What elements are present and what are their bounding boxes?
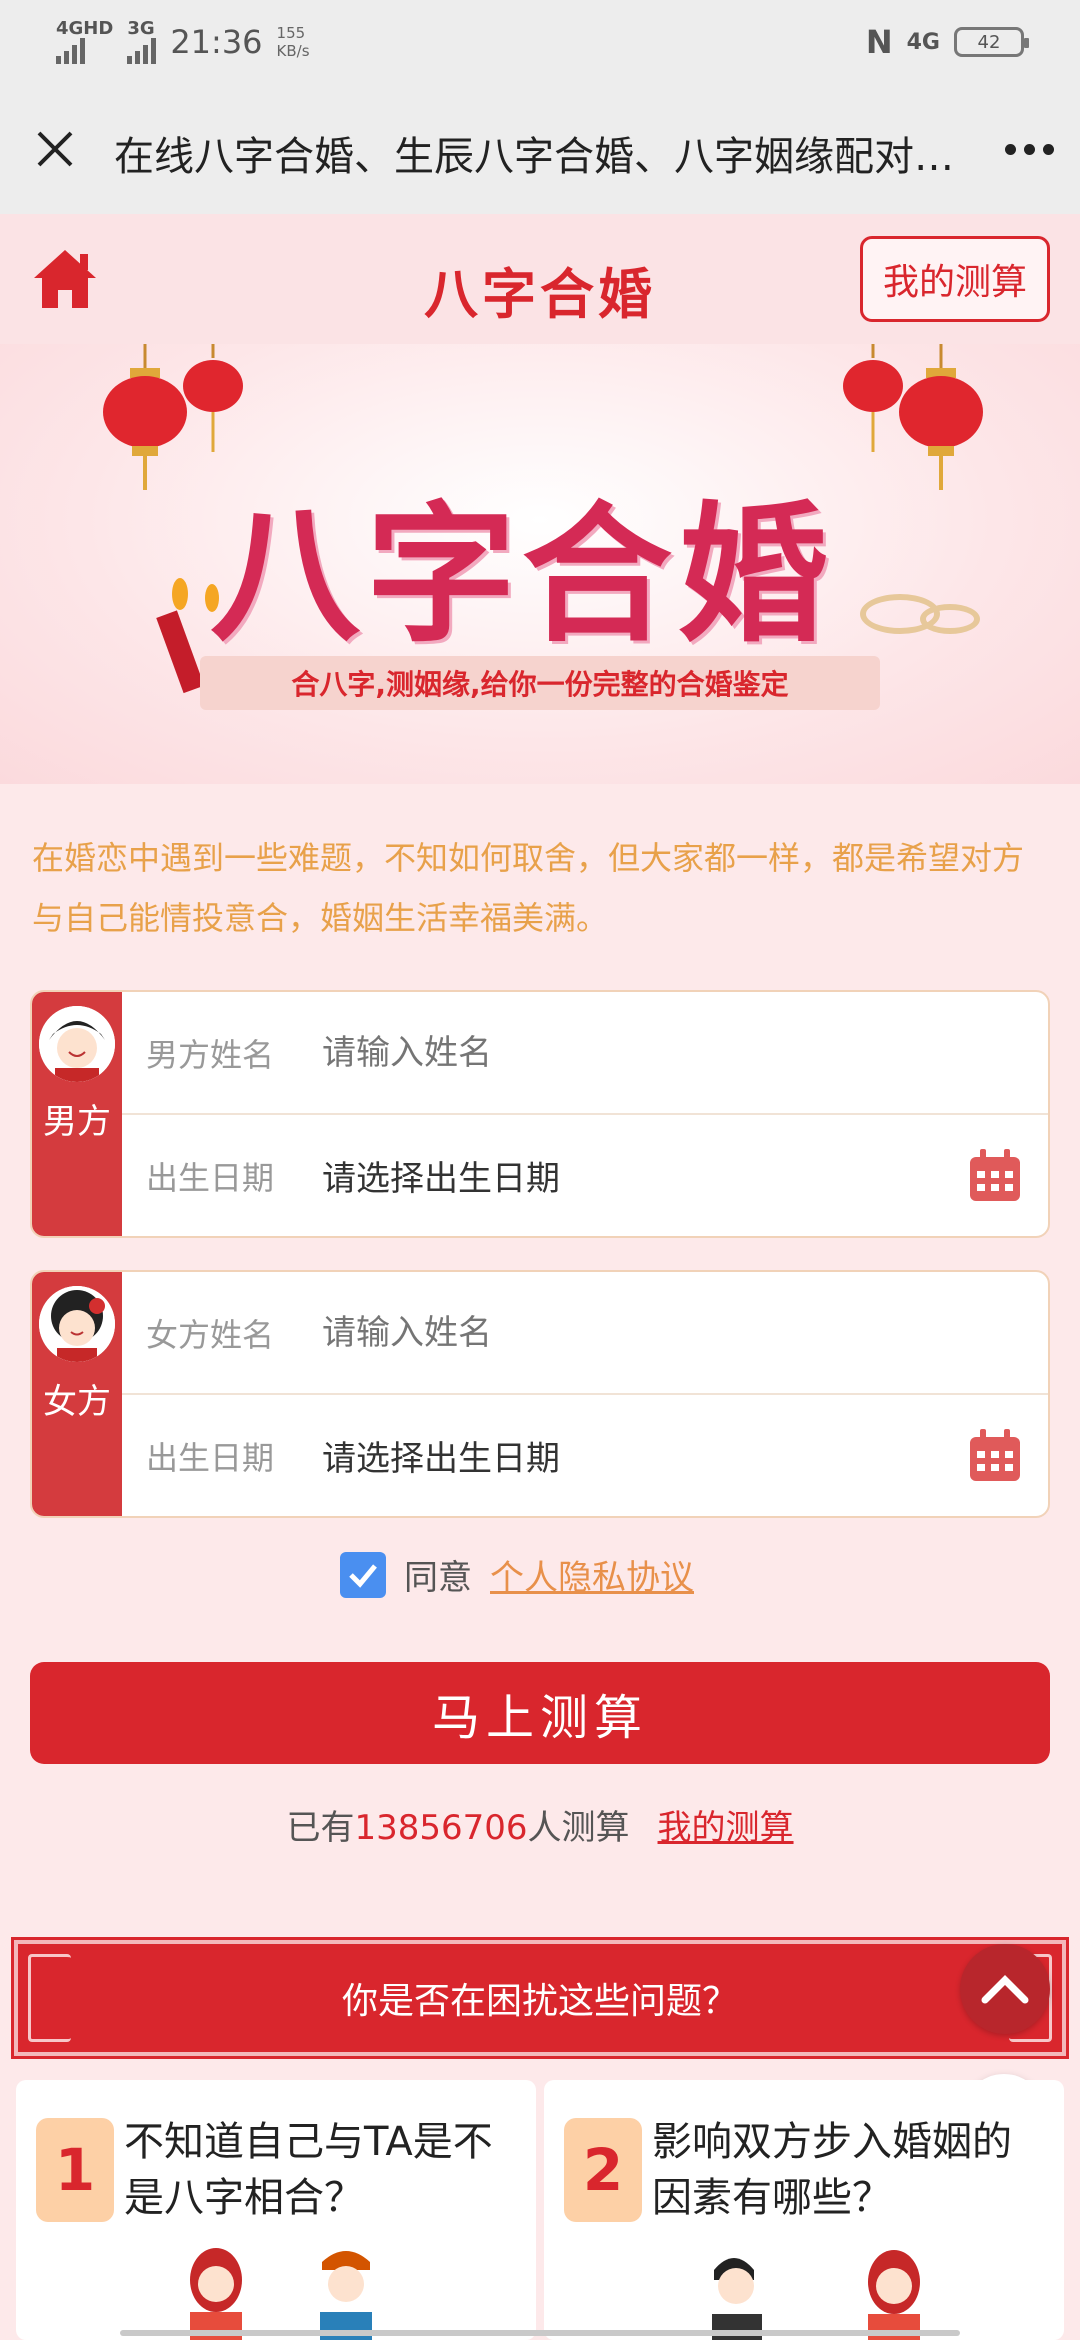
male-birth-row[interactable]: 出生日期 请选择出生日期 bbox=[122, 1113, 1048, 1236]
bride-avatar bbox=[39, 1286, 115, 1362]
male-birth-picker[interactable]: 请选择出生日期 bbox=[322, 1151, 966, 1200]
count-suffix: 人测算 bbox=[527, 1808, 630, 1848]
browser-page-title: 在线八字合婚、生辰八字合婚、八字姻缘配对… bbox=[114, 134, 954, 180]
problem-number: 1 bbox=[36, 2118, 114, 2222]
browser-toolbar: 在线八字合婚、生辰八字合婚、八字姻缘配对… bbox=[0, 84, 1080, 214]
banner-title: 八字合婚 bbox=[210, 487, 835, 663]
network-1-label: 4GHD bbox=[56, 18, 114, 39]
female-birth-label: 出生日期 bbox=[146, 1438, 275, 1477]
male-name-input[interactable] bbox=[322, 1032, 1024, 1073]
scroll-top-button[interactable] bbox=[960, 1944, 1050, 2034]
agreement-checkbox[interactable] bbox=[340, 1551, 386, 1598]
lantern-icon bbox=[103, 344, 187, 490]
user-count-line: 已有13856706人测算 我的测算 bbox=[0, 1800, 1080, 1849]
female-birth-picker[interactable]: 请选择出生日期 bbox=[322, 1431, 966, 1480]
male-name-row: 男方姓名 bbox=[122, 992, 1048, 1113]
female-form-card: 女方 女方姓名 出生日期 请选择出生日期 bbox=[30, 1270, 1050, 1518]
male-name-label: 男方姓名 bbox=[146, 1035, 275, 1074]
battery-level: 42 bbox=[977, 31, 1001, 53]
signal-icon bbox=[56, 38, 85, 64]
agreement-prefix: 同意 bbox=[404, 1558, 472, 1598]
female-name-row: 女方姓名 bbox=[122, 1272, 1048, 1393]
submit-button[interactable]: 马上测算 bbox=[30, 1662, 1050, 1764]
status-right: N 4G 42 bbox=[865, 23, 1029, 61]
count-prefix: 已有 bbox=[286, 1808, 355, 1848]
intro-text: 在婚恋中遇到一些难题，不知如何取舍，但大家都一样，都是希望对方与自己能情投意合，… bbox=[32, 839, 1025, 937]
my-calc-link[interactable]: 我的测算 bbox=[658, 1808, 794, 1848]
problem-text: 不知道自己与TA是不是八字相合？ bbox=[124, 2119, 493, 2221]
question-banner-text: 你是否在困扰这些问题？ bbox=[341, 1981, 738, 2022]
network-4g-label: 4G bbox=[906, 29, 940, 55]
battery-icon: 42 bbox=[954, 27, 1029, 57]
hero-banner: 八字合婚 合八字,测姻缘,给你一份完整的合婚鉴定 bbox=[0, 344, 1080, 784]
status-bar: 4GHD 3G 21:36 155 KB/s N 4G 42 bbox=[0, 0, 1080, 84]
question-banner: 你是否在困扰这些问题？ bbox=[11, 1937, 1069, 2059]
net-speed-unit: KB/s bbox=[276, 42, 310, 60]
male-side: 男方 bbox=[32, 992, 122, 1236]
male-side-label: 男方 bbox=[43, 1102, 111, 1142]
home-indicator[interactable] bbox=[120, 2330, 960, 2336]
male-birth-label: 出生日期 bbox=[146, 1158, 275, 1197]
lantern-icon-right bbox=[899, 344, 983, 490]
banner-subtitle: 合八字,测姻缘,给你一份完整的合婚鉴定 bbox=[200, 656, 880, 710]
network-2-label: 3G bbox=[127, 18, 155, 39]
network-2: 3G bbox=[127, 18, 157, 64]
couple-illustration-2 bbox=[712, 2250, 920, 2340]
problem-number: 2 bbox=[564, 2118, 642, 2222]
status-left: 4GHD 3G 21:36 155 KB/s bbox=[56, 20, 310, 64]
problem-text: 影响双方步入婚姻的因素有哪些？ bbox=[652, 2119, 1012, 2221]
signal-icon-2 bbox=[127, 38, 157, 64]
my-calc-button[interactable]: 我的测算 bbox=[859, 236, 1050, 322]
nfc-icon: N bbox=[865, 23, 893, 61]
more-menu-button[interactable] bbox=[984, 143, 1054, 155]
privacy-policy-link[interactable]: 个人隐私协议 bbox=[490, 1550, 694, 1599]
close-icon bbox=[37, 131, 73, 167]
female-side-label: 女方 bbox=[43, 1382, 111, 1422]
close-button[interactable] bbox=[26, 120, 84, 178]
female-name-label: 女方姓名 bbox=[146, 1315, 275, 1354]
page-header: 八字合婚 我的测算 bbox=[0, 214, 1080, 344]
problem-card: 2 影响双方步入婚姻的因素有哪些？ bbox=[544, 2080, 1064, 2340]
clock: 21:36 bbox=[170, 23, 263, 61]
female-side: 女方 bbox=[32, 1272, 122, 1516]
male-form-card: 男方 男方姓名 出生日期 请选择出生日期 bbox=[30, 990, 1050, 1238]
cloud-decoration-2 bbox=[920, 604, 980, 634]
net-speed-value: 155 bbox=[276, 24, 306, 42]
female-birth-row[interactable]: 出生日期 请选择出生日期 bbox=[122, 1393, 1048, 1516]
female-fields: 女方姓名 出生日期 请选择出生日期 bbox=[122, 1272, 1048, 1516]
female-name-input[interactable] bbox=[322, 1312, 1024, 1353]
groom-avatar bbox=[39, 1006, 115, 1082]
male-fields: 男方姓名 出生日期 请选择出生日期 bbox=[122, 992, 1048, 1236]
lantern-icon-small bbox=[183, 344, 243, 452]
chevron-up-icon bbox=[981, 1975, 1029, 2004]
calendar-icon[interactable] bbox=[966, 1147, 1024, 1205]
calendar-icon-female[interactable] bbox=[966, 1427, 1024, 1485]
couple-illustration bbox=[190, 2248, 372, 2340]
agreement-row: 同意 个人隐私协议 bbox=[340, 1550, 694, 1599]
count-number: 13856706 bbox=[354, 1808, 528, 1848]
network-1: 4GHD bbox=[56, 20, 113, 64]
problem-card: 1 不知道自己与TA是不是八字相合？ bbox=[16, 2080, 536, 2340]
net-speed: 155 KB/s bbox=[277, 24, 310, 60]
checkmark-icon bbox=[349, 1563, 377, 1588]
